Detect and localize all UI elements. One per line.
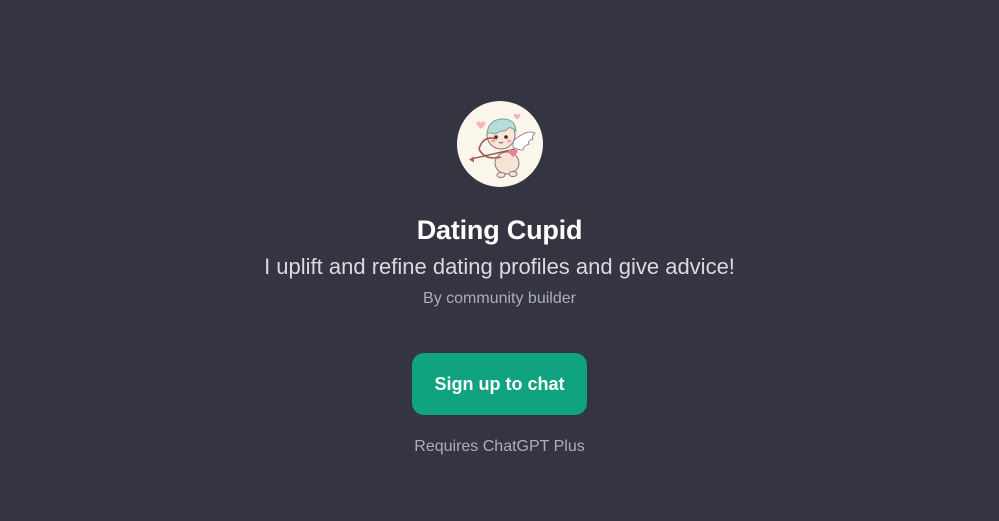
requirement-note: Requires ChatGPT Plus (414, 438, 585, 455)
gpt-byline: By community builder (423, 290, 576, 307)
gpt-description: I uplift and refine dating profiles and … (264, 254, 735, 279)
sign-up-to-chat-button[interactable]: Sign up to chat (412, 353, 587, 415)
gpt-title: Dating Cupid (416, 215, 583, 245)
gpt-avatar (457, 101, 543, 187)
gpt-landing-page: Dating Cupid I uplift and refine dating … (0, 0, 999, 521)
cupid-icon (469, 113, 536, 178)
